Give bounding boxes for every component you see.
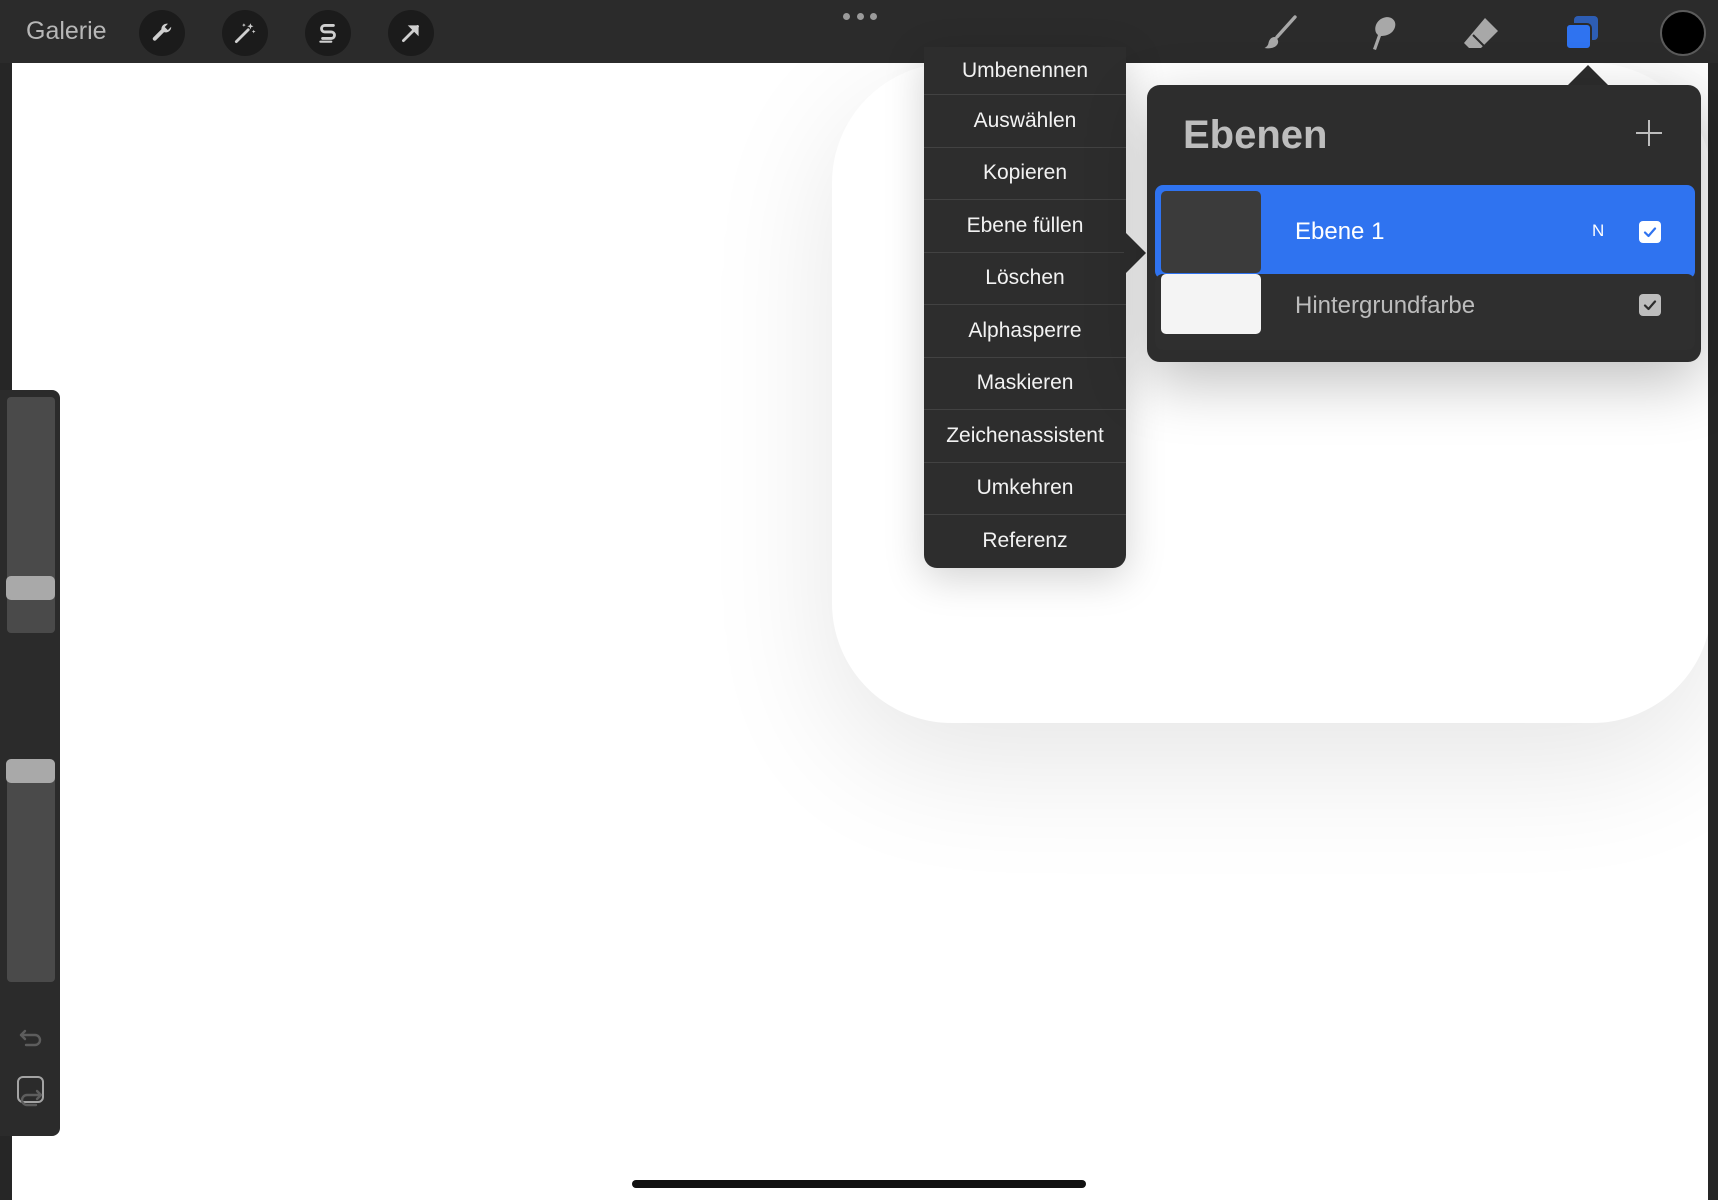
actions-button[interactable] — [139, 10, 185, 56]
paint-tool-button[interactable] — [1258, 10, 1304, 56]
brush-icon — [1264, 15, 1297, 49]
layer-thumbnail[interactable] — [1161, 191, 1261, 273]
selection-button[interactable] — [305, 10, 351, 56]
smudge-tool-button[interactable] — [1358, 10, 1404, 56]
eraser-icon — [1464, 18, 1498, 48]
layer-row-background[interactable]: Hintergrundfarbe — [1155, 274, 1695, 350]
menu-item-copy[interactable]: Kopieren — [924, 148, 1126, 200]
menu-item-delete[interactable]: Löschen — [924, 253, 1126, 305]
gallery-button[interactable]: Galerie — [26, 17, 107, 46]
layers-panel: Ebenen Ebene 1 N Hintergrundfarbe — [1147, 85, 1701, 362]
layer-visibility-checkbox[interactable] — [1639, 294, 1661, 316]
add-layer-button[interactable] — [1633, 117, 1665, 149]
menu-item-rename[interactable]: Umbenennen — [924, 47, 1126, 95]
menu-item-fill-layer[interactable]: Ebene füllen — [924, 200, 1126, 253]
redo-icon — [20, 1089, 43, 1107]
left-sidebar — [0, 390, 60, 1136]
transform-button[interactable] — [388, 10, 434, 56]
smudge-icon — [1373, 17, 1396, 50]
wrench-icon — [152, 23, 172, 41]
adjustments-button[interactable] — [222, 10, 268, 56]
layers-title: Ebenen — [1183, 113, 1328, 157]
menu-item-select[interactable]: Auswählen — [924, 95, 1126, 148]
layer-row-ebene-1[interactable]: Ebene 1 N — [1155, 185, 1695, 279]
menu-item-reference[interactable]: Referenz — [924, 515, 1126, 568]
opacity-thumb[interactable] — [6, 759, 55, 783]
color-picker-button[interactable] — [1660, 10, 1706, 56]
checkmark-icon — [1643, 300, 1657, 311]
home-indicator — [632, 1180, 1086, 1188]
eraser-tool-button[interactable] — [1458, 10, 1504, 56]
layers-button[interactable] — [1559, 10, 1605, 56]
layer-name: Hintergrundfarbe — [1295, 292, 1476, 319]
more-options-icon[interactable] — [843, 13, 877, 23]
opacity-slider[interactable] — [7, 760, 55, 982]
menu-item-invert[interactable]: Umkehren — [924, 463, 1126, 515]
background-color-thumbnail[interactable] — [1161, 274, 1261, 334]
layers-panel-pointer — [1568, 65, 1608, 85]
undo-button[interactable] — [16, 1022, 46, 1052]
layer-name: Ebene 1 — [1295, 218, 1385, 245]
top-toolbar: Galerie — [0, 0, 1718, 63]
menu-item-drawing-assist[interactable]: Zeichenassistent — [924, 410, 1126, 463]
undo-icon — [19, 1029, 42, 1047]
menu-pointer — [1124, 231, 1146, 275]
redo-button[interactable] — [16, 1082, 46, 1112]
brush-size-thumb[interactable] — [6, 576, 55, 600]
layer-visibility-checkbox[interactable] — [1639, 221, 1661, 243]
selection-s-icon — [319, 24, 336, 43]
layers-icon — [1565, 16, 1598, 50]
arrow-transform-icon — [402, 25, 419, 42]
blend-mode-button[interactable]: N — [1592, 221, 1604, 241]
menu-item-alpha-lock[interactable]: Alphasperre — [924, 305, 1126, 358]
plus-icon — [1636, 120, 1662, 146]
magic-wand-icon — [234, 23, 256, 44]
layer-options-menu: Umbenennen Auswählen Kopieren Ebene füll… — [924, 47, 1126, 568]
checkmark-icon — [1643, 227, 1657, 238]
menu-item-mask[interactable]: Maskieren — [924, 358, 1126, 410]
